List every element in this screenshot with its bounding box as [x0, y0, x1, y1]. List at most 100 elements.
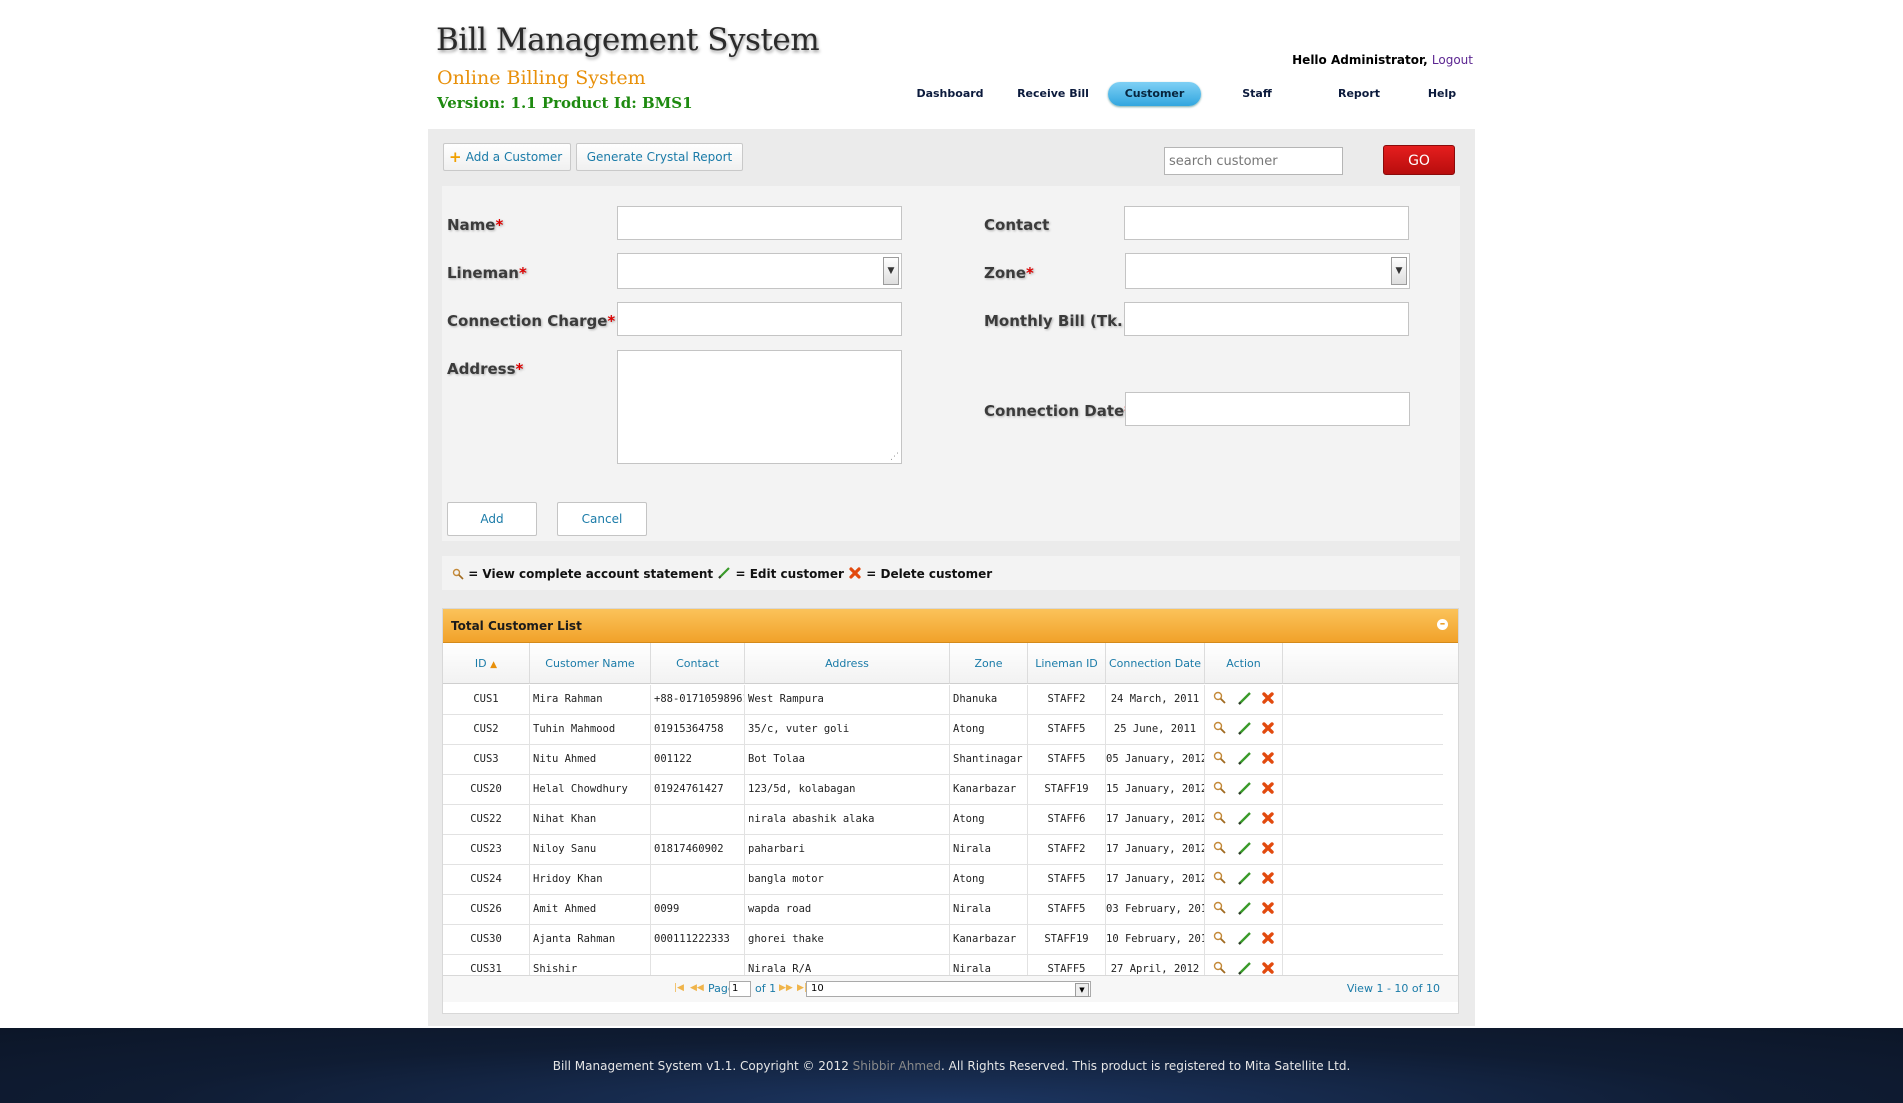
magnifier-icon: [452, 568, 464, 580]
resize-grip-icon[interactable]: ⋰: [890, 452, 899, 462]
cell-action: [1205, 865, 1283, 894]
nav-report[interactable]: Report: [1309, 82, 1409, 106]
next-page-icon[interactable]: ▶▶: [779, 983, 793, 993]
edit-customer-icon[interactable]: [1236, 869, 1254, 887]
chevron-down-icon: ▼: [1075, 983, 1089, 997]
view-account-icon[interactable]: [1212, 869, 1230, 887]
delete-customer-icon[interactable]: [1260, 779, 1278, 797]
logout-link[interactable]: Logout: [1432, 53, 1473, 67]
cell-id: CUS2: [443, 715, 530, 744]
view-account-icon[interactable]: [1212, 809, 1230, 827]
crystal-report-button[interactable]: Generate Crystal Report: [576, 143, 743, 171]
view-account-icon[interactable]: [1212, 749, 1230, 767]
search-input[interactable]: [1164, 147, 1343, 175]
col-header-zone[interactable]: Zone: [950, 643, 1028, 684]
connection-date-field[interactable]: [1125, 392, 1410, 426]
cell-customer-name: Helal Chowdhury: [530, 775, 651, 804]
first-page-icon[interactable]: |◀: [674, 983, 684, 993]
chevron-down-icon: ▼: [1391, 257, 1407, 285]
footer-suffix: . All Rights Reserved. This product is r…: [941, 1059, 1351, 1073]
cancel-button[interactable]: Cancel: [557, 502, 647, 536]
cell-customer-name: Ajanta Rahman: [530, 925, 651, 954]
view-account-icon[interactable]: [1212, 689, 1230, 707]
table-row: CUS30 Ajanta Rahman 000111222333 ghorei tha…: [443, 925, 1443, 955]
chevron-down-icon: ▼: [883, 257, 899, 285]
col-header-contact[interactable]: Contact: [651, 643, 745, 684]
edit-customer-icon[interactable]: [1236, 809, 1254, 827]
rows-per-page-value: 10: [811, 983, 824, 994]
table-row: CUS20 Helal Chowdhury 01924761427 123/5d, k…: [443, 775, 1443, 805]
cell-customer-name: Tuhin Mahmood: [530, 715, 651, 744]
cell-action: [1205, 925, 1283, 954]
delete-customer-icon[interactable]: [1260, 749, 1278, 767]
cell-id: CUS30: [443, 925, 530, 954]
delete-customer-icon[interactable]: [1260, 929, 1278, 947]
rows-per-page-select[interactable]: 10 ▼: [806, 981, 1091, 997]
footer-prefix: Bill Management System v1.1. Copyright ©…: [552, 1059, 849, 1073]
col-header-action: Action: [1205, 643, 1283, 684]
address-textarea[interactable]: ⋰: [617, 350, 902, 464]
edit-customer-icon[interactable]: [1236, 719, 1254, 737]
cell-zone: Atong: [950, 865, 1028, 894]
add-customer-label: Add a Customer: [465, 150, 563, 164]
cell-customer-name: Nihat Khan: [530, 805, 651, 834]
collapse-icon[interactable]: –: [1437, 618, 1448, 630]
view-account-icon[interactable]: [1212, 929, 1230, 947]
nav-help[interactable]: Help: [1412, 82, 1472, 106]
page-input[interactable]: 1: [729, 981, 751, 997]
footer-author-link[interactable]: Shibbir Ahmed: [853, 1059, 941, 1073]
cell-id: CUS26: [443, 895, 530, 924]
monthly-bill-field[interactable]: [1124, 302, 1409, 336]
footer: Bill Management System v1.1. Copyright ©…: [0, 1028, 1903, 1103]
cell-address: bangla motor: [745, 865, 950, 894]
cell-connection-date: 15 January, 2012: [1106, 775, 1205, 804]
lineman-select[interactable]: ▼: [617, 253, 902, 289]
edit-customer-icon[interactable]: [1236, 749, 1254, 767]
edit-customer-icon[interactable]: [1236, 839, 1254, 857]
view-account-icon[interactable]: [1212, 779, 1230, 797]
delete-customer-icon[interactable]: [1260, 689, 1278, 707]
cell-lineman-id: STAFF5: [1028, 895, 1106, 924]
col-header-connection-date[interactable]: Connection Date: [1106, 643, 1205, 684]
delete-customer-icon[interactable]: [1260, 809, 1278, 827]
name-field[interactable]: [617, 206, 902, 240]
cell-customer-name: Niloy Sanu: [530, 835, 651, 864]
edit-customer-icon[interactable]: [1236, 899, 1254, 917]
connection-charge-field[interactable]: [617, 302, 902, 336]
zone-select[interactable]: ▼: [1125, 253, 1410, 289]
required-mark: *: [495, 216, 504, 234]
col-header-address[interactable]: Address: [745, 643, 950, 684]
legend-delete-text: = Delete customer: [866, 567, 993, 581]
view-account-icon[interactable]: [1212, 839, 1230, 857]
col-header-customer-name[interactable]: Customer Name: [530, 643, 651, 684]
red-x-icon: [849, 567, 861, 579]
cell-zone: Kanarbazar: [950, 925, 1028, 954]
nav-receive-bill[interactable]: Receive Bill: [1003, 82, 1103, 106]
nav-staff[interactable]: Staff: [1207, 82, 1307, 106]
col-header-id[interactable]: ID ▲: [443, 643, 530, 684]
cell-address: Bot Tolaa: [745, 745, 950, 774]
cell-id: CUS22: [443, 805, 530, 834]
contact-label: Contact: [984, 216, 1050, 234]
edit-customer-icon[interactable]: [1236, 779, 1254, 797]
view-account-icon[interactable]: [1212, 719, 1230, 737]
nav-dashboard[interactable]: Dashboard: [900, 82, 1000, 106]
main-nav: Dashboard Receive Bill Customer Staff Re…: [900, 82, 1480, 106]
user-greeting: Hello Administrator, Logout: [1292, 53, 1473, 67]
add-customer-button[interactable]: + Add a Customer: [443, 143, 571, 171]
delete-customer-icon[interactable]: [1260, 869, 1278, 887]
add-button[interactable]: Add: [447, 502, 537, 536]
nav-customer[interactable]: Customer: [1108, 82, 1201, 106]
contact-field[interactable]: [1124, 206, 1409, 240]
edit-customer-icon[interactable]: [1236, 929, 1254, 947]
view-account-icon[interactable]: [1212, 899, 1230, 917]
delete-customer-icon[interactable]: [1260, 899, 1278, 917]
go-button[interactable]: GO: [1383, 145, 1455, 175]
col-header-lineman-id[interactable]: Lineman ID: [1028, 643, 1106, 684]
prev-page-icon[interactable]: ◀◀: [690, 983, 704, 993]
edit-customer-icon[interactable]: [1236, 689, 1254, 707]
delete-customer-icon[interactable]: [1260, 839, 1278, 857]
cell-contact: 001122: [651, 745, 745, 774]
cell-customer-name: Nitu Ahmed: [530, 745, 651, 774]
delete-customer-icon[interactable]: [1260, 719, 1278, 737]
